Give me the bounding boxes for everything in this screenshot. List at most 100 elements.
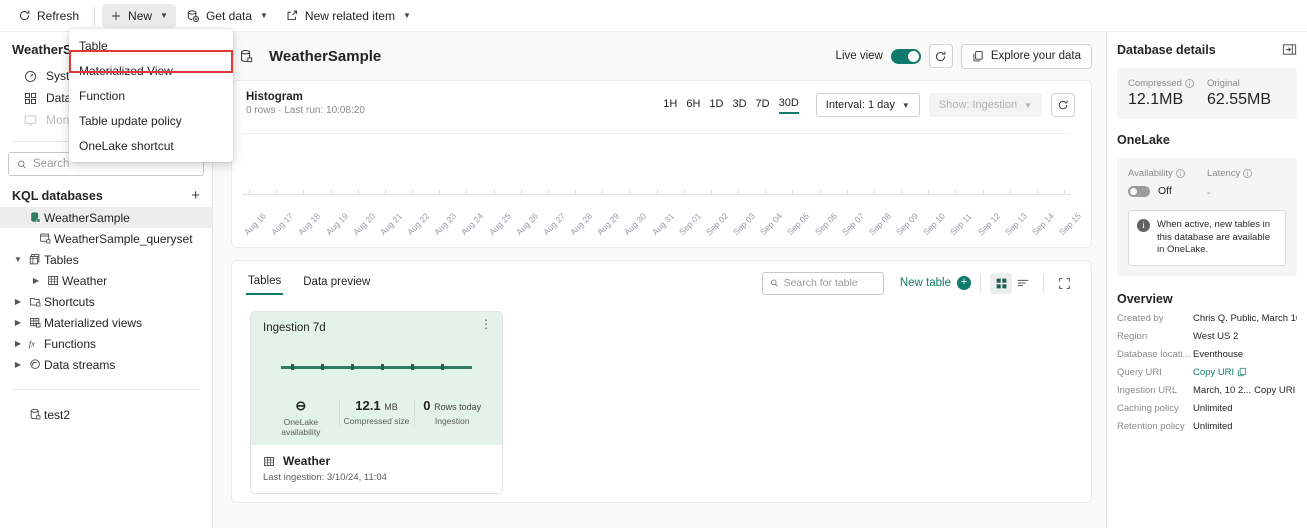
info-icon[interactable]: i xyxy=(1184,79,1194,88)
get-data-button[interactable]: Get data ▼ xyxy=(178,4,276,28)
grid-view-icon xyxy=(996,278,1006,288)
table-card[interactable]: Ingestion 7d ⋮ ⊖ OneLake availability 12… xyxy=(250,311,503,494)
range-7d[interactable]: 7D xyxy=(756,98,770,113)
tree-item-label: Tables xyxy=(44,252,79,267)
grid-view-button[interactable] xyxy=(990,272,1012,294)
stat-number: 12.1 xyxy=(355,398,381,413)
onelake-columns: Availability i Off Latency i - xyxy=(1128,168,1286,199)
stat-compressed-size: 12.1 MB Compressed size xyxy=(338,398,415,437)
stat-label: Ingestion xyxy=(434,416,470,426)
table-card-name-row[interactable]: Weather xyxy=(263,454,490,468)
new-related-item-button[interactable]: New related item ▼ xyxy=(278,4,419,28)
table-card-bottom: Weather Last ingestion: 3/10/24, 11:04 xyxy=(251,445,502,493)
live-view-label: Live view xyxy=(835,50,883,62)
tree-item-test2[interactable]: test2 xyxy=(0,404,212,425)
new-related-item-label: New related item xyxy=(304,8,395,23)
chevron-right-icon[interactable]: ▶ xyxy=(10,339,26,348)
new-table-button[interactable]: New table + xyxy=(900,276,971,290)
datastream-icon xyxy=(26,358,44,371)
chart-tick-label: Sep 05 xyxy=(785,210,812,237)
more-options-icon[interactable]: ⋮ xyxy=(480,318,492,330)
range-1h[interactable]: 1H xyxy=(663,98,677,113)
tree-item-shortcuts[interactable]: ▶ Shortcuts xyxy=(0,291,212,312)
page-title: WeatherSample xyxy=(269,47,382,65)
menu-item-table-update-policy[interactable]: Table update policy xyxy=(69,108,233,133)
range-30d[interactable]: 30D xyxy=(778,97,799,114)
copy-ingestion-uri-button[interactable]: Copy URI xyxy=(1254,385,1297,396)
live-view-toggle[interactable] xyxy=(890,48,921,64)
chart-tick xyxy=(846,189,848,195)
collapse-panel-button[interactable] xyxy=(1282,42,1297,57)
menu-item-onelake-shortcut[interactable]: OneLake shortcut xyxy=(69,133,233,158)
chart-tick xyxy=(1009,189,1011,195)
chart-tick xyxy=(1036,189,1038,195)
refresh-main-button[interactable] xyxy=(928,44,953,68)
interval-dropdown[interactable]: Interval: 1 day ▼ xyxy=(815,93,920,117)
histogram-refresh-button[interactable] xyxy=(1051,93,1075,117)
chart-tick-label: Aug 28 xyxy=(567,210,595,237)
tree-item-weathersample-queryset[interactable]: WeatherSample_queryset xyxy=(0,228,212,249)
tree-item-label: Data streams xyxy=(44,357,116,372)
refresh-button[interactable]: Refresh xyxy=(10,4,87,28)
copy-icon xyxy=(1238,368,1247,377)
new-button[interactable]: New ▼ xyxy=(102,3,176,28)
fullscreen-divider xyxy=(1043,274,1044,292)
onelake-availability-toggle[interactable] xyxy=(1128,185,1150,197)
compressed-column: Compressed i 12.1MB xyxy=(1128,78,1207,109)
list-view-button[interactable] xyxy=(1012,273,1034,294)
chevron-right-icon[interactable]: ▶ xyxy=(28,276,44,285)
histogram-titles: Histogram 0 rows · Last run: 10:08:20 xyxy=(246,91,365,116)
original-label: Original xyxy=(1207,78,1240,89)
chart-tick xyxy=(873,189,875,195)
overview-key: Query URI xyxy=(1117,366,1162,378)
range-6h[interactable]: 6H xyxy=(686,98,700,113)
info-icon[interactable]: i xyxy=(1175,169,1185,178)
info-icon[interactable]: i xyxy=(1243,169,1253,178)
info-icon: i xyxy=(1137,219,1150,232)
chart-tick-label: Aug 30 xyxy=(622,210,649,237)
new-table-label: New table xyxy=(899,277,951,289)
refresh-icon xyxy=(936,51,946,61)
chart-tick-label: Sep 12 xyxy=(975,210,1002,237)
tree-item-tables[interactable]: ▼ Tables xyxy=(0,249,212,270)
menu-item-materialized-view[interactable]: Materialized View xyxy=(69,58,233,83)
tab-tables[interactable]: Tables xyxy=(246,271,284,295)
compressed-label: Compressed xyxy=(1128,78,1182,89)
table-search-input[interactable] xyxy=(783,277,876,289)
chart-tick-label: Sep 08 xyxy=(866,210,893,237)
range-1d[interactable]: 1D xyxy=(709,98,723,113)
stat-number: 0 xyxy=(423,398,431,413)
chevron-right-icon[interactable]: ▶ xyxy=(10,318,26,327)
search-icon xyxy=(18,160,27,169)
tab-data-preview[interactable]: Data preview xyxy=(301,272,372,294)
add-database-button[interactable]: + xyxy=(191,188,200,203)
overview-section-title: Overview xyxy=(1117,291,1173,306)
range-3d[interactable]: 3D xyxy=(732,98,746,113)
menu-item-function[interactable]: Function xyxy=(69,83,233,108)
chart-tick xyxy=(710,189,712,195)
tables-icon xyxy=(26,253,44,266)
chart-tick-label: Sep 01 xyxy=(676,210,703,237)
tree-item-materialized-views[interactable]: ▶ Materialized views xyxy=(0,312,212,333)
onelake-section-title: OneLake xyxy=(1117,133,1170,147)
tree-item-functions[interactable]: ▶ fx Functions xyxy=(0,333,212,354)
chart-tick xyxy=(357,189,359,195)
table-search[interactable] xyxy=(761,271,884,295)
get-data-icon xyxy=(187,9,199,22)
chevron-right-icon[interactable]: ▶ xyxy=(10,360,26,369)
chevron-right-icon[interactable]: ▶ xyxy=(10,297,26,306)
chart-tick xyxy=(439,189,441,195)
fullscreen-button[interactable] xyxy=(1053,273,1075,294)
tree-item-weathersample[interactable]: WeatherSample xyxy=(0,207,212,228)
tree-item-data-streams[interactable]: ▶ Data streams xyxy=(0,354,212,375)
chart-tick xyxy=(819,189,821,195)
tree-item-weather[interactable]: ▶ Weather xyxy=(0,270,212,291)
chevron-down-icon[interactable]: ▼ xyxy=(10,255,26,264)
copy-query-uri-button[interactable]: Copy URI xyxy=(1193,367,1247,378)
tables-header: Tables Data preview New table + xyxy=(232,261,1091,295)
compressed-label-row: Compressed i xyxy=(1128,78,1207,89)
explore-your-data-button[interactable]: Explore your data xyxy=(960,43,1092,69)
tree-item-label: Weather xyxy=(62,273,108,288)
chart-tick-label: Sep 14 xyxy=(1029,210,1056,237)
menu-item-table[interactable]: Table xyxy=(69,33,233,58)
